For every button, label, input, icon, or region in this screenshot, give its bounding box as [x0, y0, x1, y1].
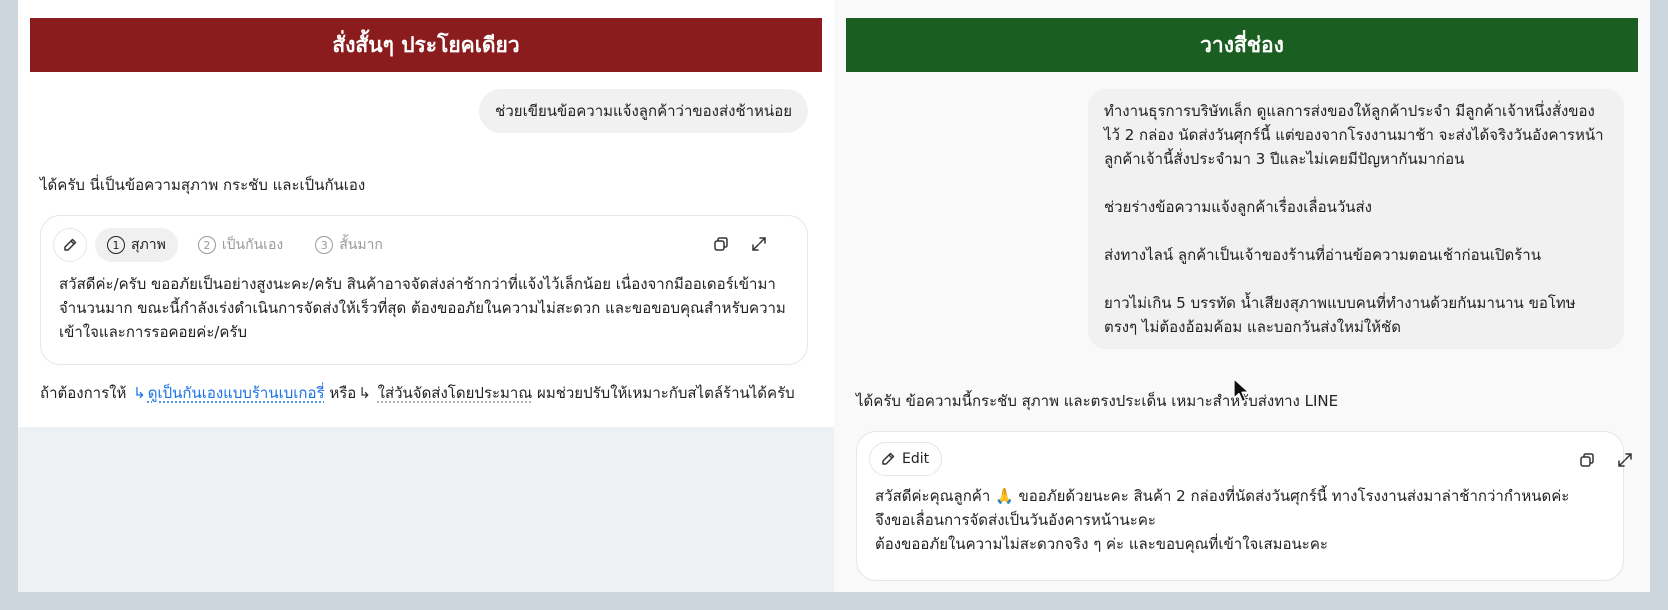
- tab-label: สุภาพ: [131, 237, 166, 253]
- user-message-bubble: ทำงานธุรการบริษัทเล็ก ดูแลการส่งของให้ลู…: [1088, 89, 1624, 349]
- tab-very-short[interactable]: 3 สั้นมาก: [303, 228, 395, 262]
- tab-polite[interactable]: 1 สุภาพ: [95, 228, 178, 262]
- left-comparison-panel: สั่งสั้นๆ ประโยคเดียว ช่วยเขียนข้อความแจ…: [18, 0, 834, 592]
- followup-prefix: ถ้าต้องการให้: [40, 384, 127, 402]
- reply-arrow-icon: ↳: [358, 384, 371, 402]
- copy-button[interactable]: [707, 230, 735, 258]
- tab-label: สั้นมาก: [339, 237, 383, 253]
- user-message-paragraph: ยาวไม่เกิน 5 บรรทัด น้ำเสียงสุภาพแบบคนที…: [1104, 294, 1576, 336]
- response-line: สวัสดีค่ะคุณลูกค้า 🙏 ขออภัยด้วยนะคะ สินค…: [875, 487, 1570, 505]
- response-card: 1 สุภาพ 2 เป็นกันเอง 3 สั้นมาก สวัสดีค่ะ…: [40, 215, 808, 365]
- copy-icon: [1580, 453, 1594, 467]
- followup-suggestion: ถ้าต้องการให้ ↳ ดูเป็นกันเองแบบร้านเบเกอร…: [40, 381, 795, 405]
- assistant-intro: ได้ครับ นี่เป็นข้อความสุภาพ กระชับ และเป…: [40, 176, 366, 194]
- expand-button[interactable]: [745, 230, 773, 258]
- expand-icon: [752, 237, 766, 251]
- suggestion-link-casual[interactable]: ดูเป็นกันเองแบบร้านเบเกอรี่: [148, 384, 325, 402]
- tone-tabs: 1 สุภาพ 2 เป็นกันเอง 3 สั้นมาก: [95, 228, 395, 262]
- user-message-bubble: ช่วยเขียนข้อความแจ้งลูกค้าว่าของส่งช้าหน…: [479, 89, 808, 133]
- response-card: Edit สวัสดีค่ะคุณลูกค้า 🙏 ขออภัยด้วยนะคะ…: [856, 431, 1632, 581]
- copy-button[interactable]: [1573, 446, 1601, 474]
- copy-icon: [714, 237, 728, 251]
- reply-arrow-icon: ↳: [133, 384, 146, 402]
- right-banner-title: วางสี่ช่อง: [846, 18, 1638, 72]
- response-text: สวัสดีค่ะ/ครับ ขออภัยเป็นอย่างสูงนะคะ/คร…: [59, 275, 786, 341]
- user-message-paragraph: ส่งทางไลน์ ลูกค้าเป็นเจ้าของร้านที่อ่านข…: [1104, 246, 1541, 264]
- tab-label: เป็นกันเอง: [221, 237, 284, 253]
- right-comparison-panel: วางสี่ช่อง ทำงานธุรการบริษัทเล็ก ดูแลการ…: [834, 0, 1650, 592]
- response-text: สวัสดีค่ะคุณลูกค้า 🙏 ขออภัยด้วยนะคะ สินค…: [875, 484, 1605, 556]
- followup-middle: หรือ: [329, 384, 357, 402]
- expand-button[interactable]: [1611, 446, 1639, 474]
- tab-number: 2: [197, 236, 216, 254]
- response-line: ต้องขออภัยในความไม่สะดวกจริง ๆ ค่ะ และขอ…: [875, 535, 1328, 553]
- edit-button[interactable]: Edit: [869, 442, 943, 476]
- tab-casual[interactable]: 2 เป็นกันเอง: [186, 228, 295, 262]
- pencil-icon: [64, 238, 77, 251]
- tab-number: 1: [107, 236, 125, 254]
- mouse-cursor-icon: [1233, 378, 1250, 403]
- suggestion-link-date[interactable]: ใส่วันจัดส่งโดยประมาณ: [378, 384, 533, 402]
- assistant-intro: ได้ครับ ข้อความนี้กระชับ สุภาพ และตรงประ…: [856, 392, 1339, 410]
- edit-label: Edit: [902, 451, 930, 467]
- tab-number: 3: [315, 236, 334, 254]
- empty-area: [18, 427, 834, 592]
- followup-suffix: ผมช่วยปรับให้เหมาะกับสไตล์ร้านได้ครับ: [537, 384, 795, 402]
- expand-icon: [1618, 453, 1632, 467]
- pencil-icon: [882, 452, 895, 465]
- edit-button[interactable]: [53, 228, 87, 262]
- user-message-paragraph: ช่วยร่างข้อความแจ้งลูกค้าเรื่องเลื่อนวัน…: [1104, 198, 1372, 216]
- user-message-paragraph: ทำงานธุรการบริษัทเล็ก ดูแลการส่งของให้ลู…: [1104, 102, 1604, 168]
- response-line: จึงขอเลื่อนการจัดส่งเป็นวันอังคารหน้านะค…: [875, 511, 1156, 529]
- left-banner-title: สั่งสั้นๆ ประโยคเดียว: [30, 18, 822, 72]
